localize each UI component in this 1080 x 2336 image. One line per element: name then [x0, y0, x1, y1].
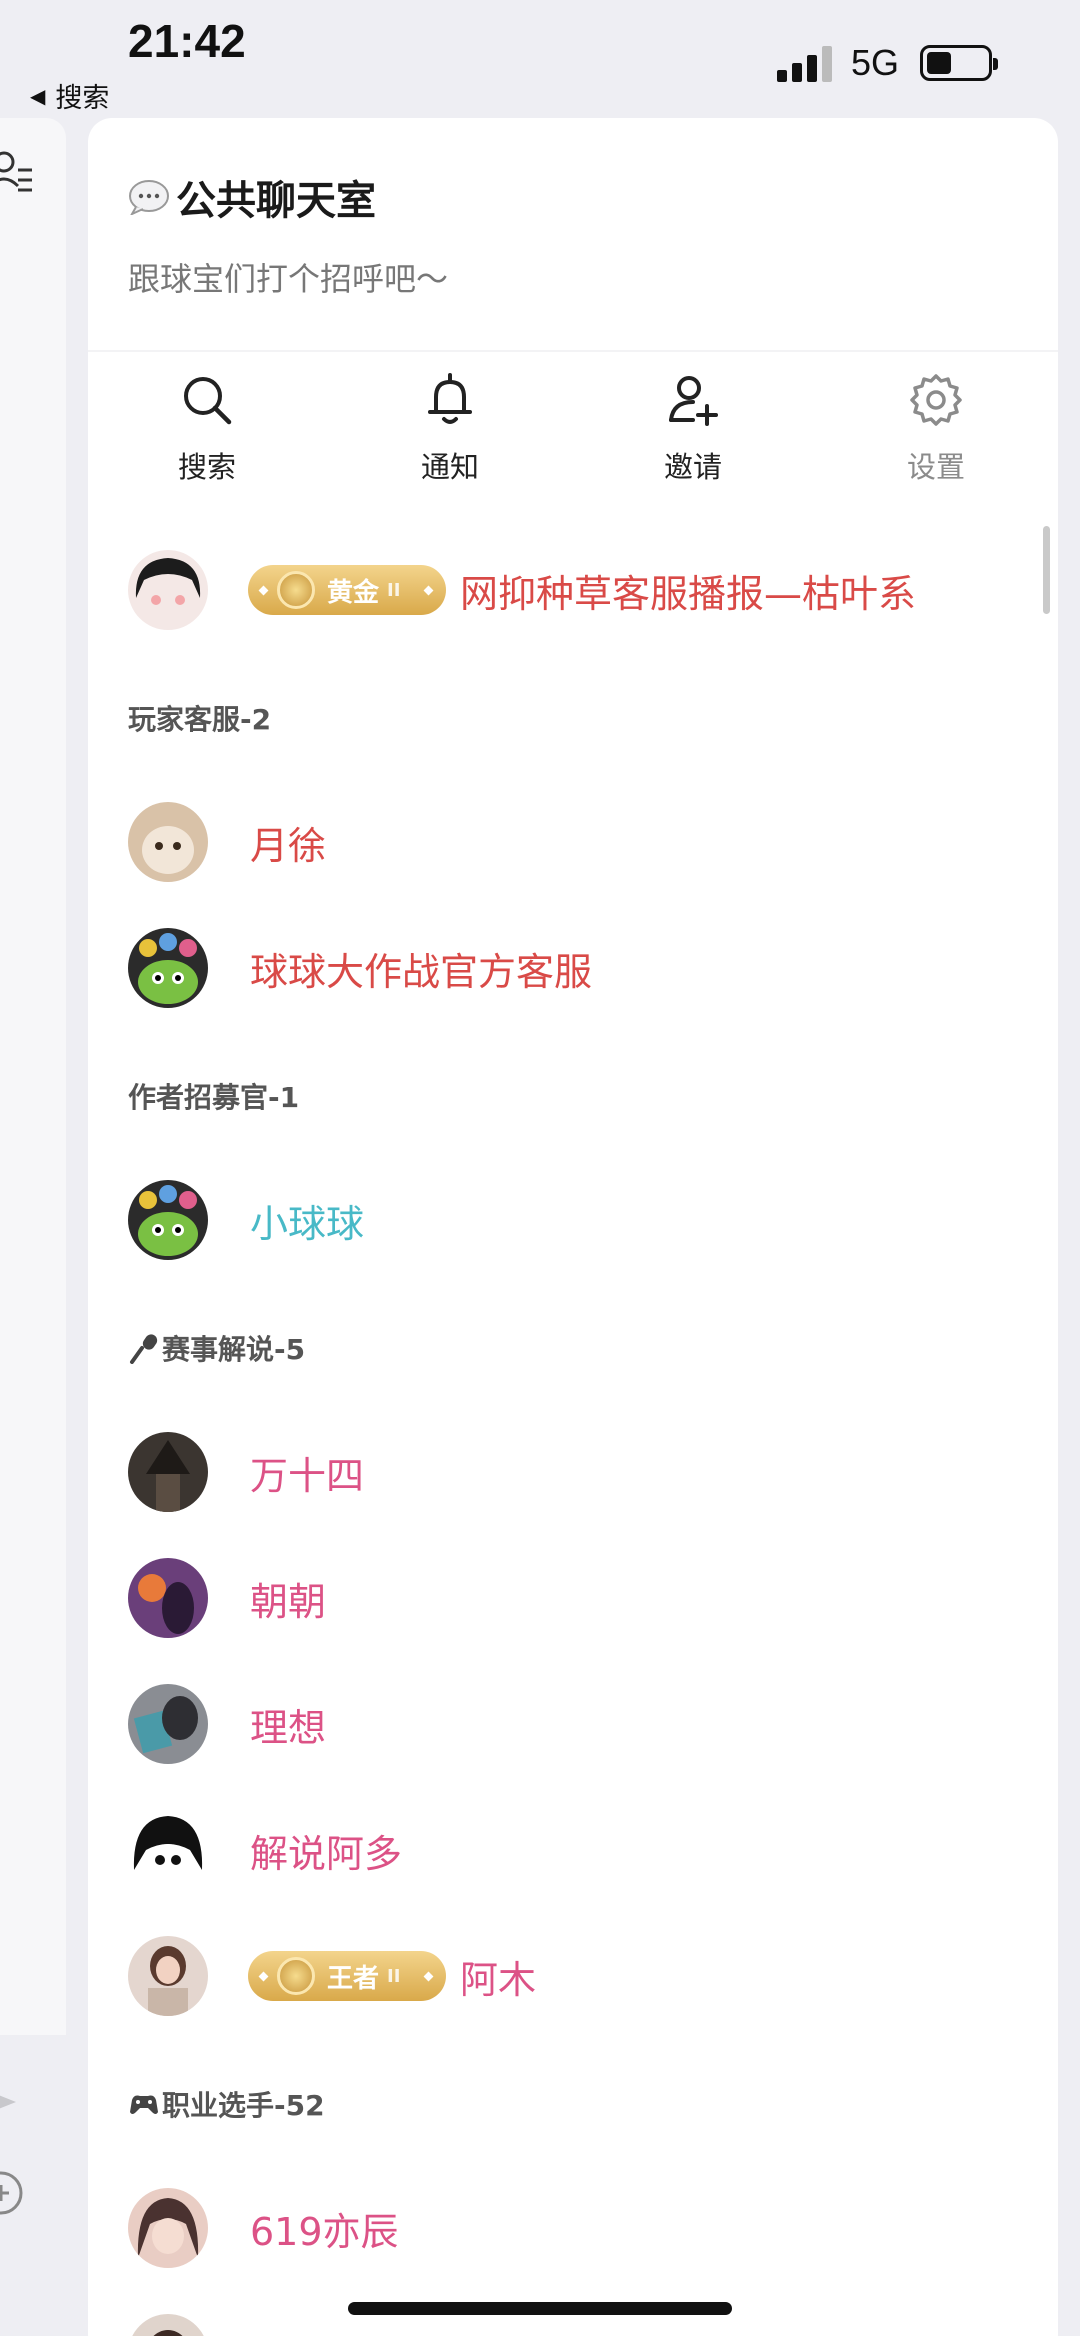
- settings-button-label: 设置: [906, 450, 965, 484]
- add-circle-icon[interactable]: [0, 2170, 24, 2216]
- battery-icon: [920, 45, 998, 81]
- bell-icon: [428, 373, 472, 424]
- avatar: [128, 802, 208, 882]
- member-name: 619亦辰: [250, 2209, 399, 2254]
- play-icon[interactable]: [0, 2092, 16, 2112]
- member-row[interactable]: 解说阿多: [128, 1810, 402, 1890]
- room-title-text: 公共聊天室: [176, 178, 376, 224]
- invite-button-label: 邀请: [663, 450, 722, 484]
- king-medal-icon: [277, 1957, 315, 1995]
- gamepad-icon: [130, 2095, 158, 2114]
- room-title: 公共聊天室: [128, 168, 376, 226]
- group-header: 玩家客服-2: [128, 703, 272, 736]
- avatar: [128, 1810, 208, 1890]
- avatar: [128, 1432, 208, 1512]
- member-row[interactable]: 小球球: [128, 1180, 364, 1260]
- chat-bubble-icon: [129, 180, 169, 215]
- notification-button[interactable]: 通知: [385, 370, 515, 486]
- member-row[interactable]: 619亦辰: [128, 2188, 399, 2268]
- member-row[interactable]: 王者 II 阿木: [128, 1936, 536, 2016]
- member-name: 小球球: [250, 1201, 365, 1246]
- add-user-icon: [669, 376, 718, 426]
- member-row[interactable]: [128, 2314, 208, 2336]
- chat-room-panel: 公共聊天室 跟球宝们打个招呼吧～ 搜索 通知 邀请 设置 黄金 II 网抑种草客…: [88, 118, 1058, 2336]
- member-row[interactable]: 月徐: [128, 802, 326, 882]
- back-to-search-link[interactable]: ◀ 搜索: [30, 76, 109, 115]
- member-name: 阿木: [460, 1957, 537, 2002]
- avatar: [128, 1558, 208, 1638]
- rank-badge-king: 王者 II: [248, 1951, 446, 2001]
- group-header: 职业选手-52: [128, 2084, 325, 2124]
- status-time: 21:42: [128, 15, 246, 67]
- microphone-icon: [130, 1334, 158, 1364]
- member-name: 解说阿多: [250, 1831, 403, 1876]
- room-subtitle: 跟球宝们打个招呼吧～: [128, 260, 449, 298]
- search-button[interactable]: 搜索: [142, 370, 272, 486]
- rank-badge-gold: 黄金 II: [248, 565, 446, 615]
- back-link-label: 搜索: [55, 83, 110, 114]
- group-header: 作者招募官-1: [128, 1081, 300, 1114]
- home-indicator[interactable]: [348, 2302, 732, 2315]
- member-row[interactable]: 朝朝: [128, 1558, 326, 1638]
- member-row[interactable]: 球球大作战官方客服: [128, 928, 592, 1008]
- search-icon: [184, 377, 232, 425]
- search-button-label: 搜索: [177, 450, 236, 484]
- member-name: 理想: [250, 1705, 327, 1750]
- avatar: [128, 1936, 208, 2016]
- avatar: [128, 928, 208, 1008]
- avatar: [128, 2188, 208, 2268]
- member-name: 月徐: [250, 823, 327, 868]
- avatar: [128, 550, 208, 630]
- invite-button[interactable]: 邀请: [628, 370, 758, 486]
- member-list-icon[interactable]: [0, 146, 40, 202]
- notification-button-label: 通知: [420, 450, 479, 484]
- signal-icon: [777, 46, 833, 82]
- member-row[interactable]: 万十四: [128, 1432, 364, 1512]
- gold-medal-icon: [277, 571, 315, 609]
- avatar: [128, 2314, 208, 2336]
- member-name: 朝朝: [250, 1579, 327, 1624]
- avatar: [128, 1684, 208, 1764]
- header-divider: [88, 350, 1058, 352]
- back-triangle-icon: ◀: [30, 83, 46, 108]
- member-name: 万十四: [250, 1453, 365, 1498]
- avatar: [128, 1180, 208, 1260]
- gear-icon: [910, 374, 962, 426]
- member-row[interactable]: 理想: [128, 1684, 326, 1764]
- scrollbar[interactable]: [1043, 526, 1050, 614]
- group-header: 赛事解说-5: [128, 1328, 305, 1368]
- member-name: 球球大作战官方客服: [250, 949, 593, 994]
- status-bar: 21:42 ◀ 搜索 5G: [0, 0, 1080, 115]
- member-name: 网抑种草客服播报—枯叶系: [460, 571, 917, 616]
- network-type: 5G: [851, 42, 900, 83]
- member-row[interactable]: 黄金 II 网抑种草客服播报—枯叶系: [128, 550, 916, 630]
- settings-button[interactable]: 设置: [871, 370, 1001, 486]
- left-side-panel: [0, 118, 66, 2336]
